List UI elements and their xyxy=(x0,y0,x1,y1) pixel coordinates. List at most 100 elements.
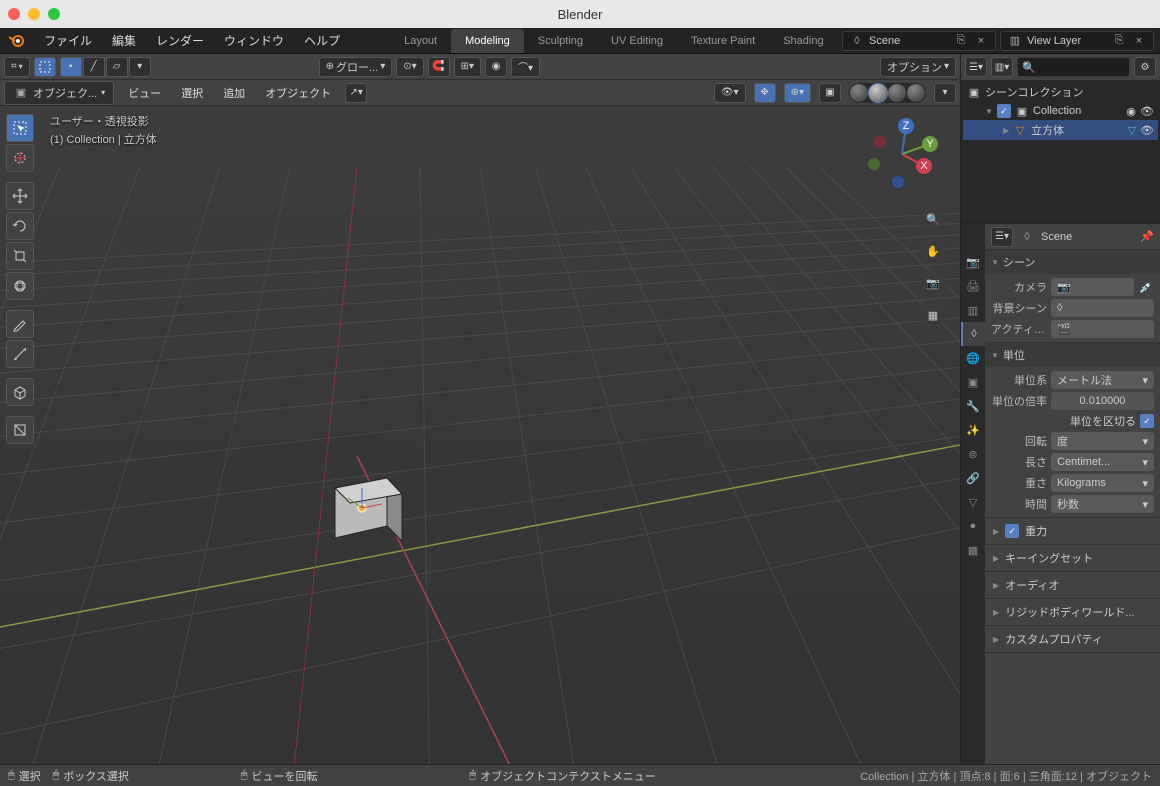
select-mode-dropdown[interactable]: ▾ xyxy=(129,57,151,77)
tab-object[interactable]: ▣ xyxy=(961,370,985,394)
visibility-icon[interactable]: 👁 xyxy=(1140,105,1154,118)
maximize-window-button[interactable] xyxy=(48,8,60,20)
outliner-filter-menu[interactable]: ⚙ xyxy=(1134,57,1156,77)
tab-modifiers[interactable]: 🔧 xyxy=(961,394,985,418)
navigation-gizmo[interactable]: X Y Z xyxy=(862,114,942,194)
panel-keying[interactable]: ▶キーイングセット xyxy=(985,545,1160,572)
select-box-tool[interactable] xyxy=(6,114,34,142)
snap-toggle[interactable]: 🧲 xyxy=(428,57,450,77)
panel-audio[interactable]: ▶オーディオ xyxy=(985,572,1160,599)
cursor-tool[interactable] xyxy=(6,144,34,172)
extra-tool[interactable] xyxy=(6,416,34,444)
viewlayer-selector[interactable]: ▥ ⎘ × xyxy=(1000,31,1154,51)
unit-scale-field[interactable]: 0.010000 xyxy=(1051,392,1154,410)
tab-particles[interactable]: ✨ xyxy=(961,418,985,442)
measure-tool[interactable] xyxy=(6,340,34,368)
options-dropdown[interactable]: オプション ▾ xyxy=(880,57,956,77)
vertex-select-mode[interactable]: ▪ xyxy=(60,57,82,77)
tab-layout[interactable]: Layout xyxy=(390,29,451,53)
tab-texture-paint[interactable]: Texture Paint xyxy=(677,29,769,53)
gizmo-toggle[interactable]: ✥ xyxy=(754,83,776,103)
3d-viewport[interactable]: ユーザー・透視投影 (1) Collection | 立方体 X Y Z 🔍 ✋… xyxy=(0,106,960,764)
disclosure-triangle-icon[interactable]: ▶ xyxy=(1003,126,1009,135)
shading-options[interactable]: ▾ xyxy=(934,83,956,103)
perspective-toggle-button[interactable]: ▦ xyxy=(920,302,946,328)
snap-menu[interactable]: ⌗▾ xyxy=(4,57,30,77)
visibility-icon[interactable]: 👁 xyxy=(1140,124,1154,137)
rendered-shading[interactable] xyxy=(907,84,925,102)
tab-modeling[interactable]: Modeling xyxy=(451,29,524,53)
outliner-tree[interactable]: ▣ シーンコレクション ▼ ✓ ▣ Collection ◉👁 ▶ ▽ 立方体 … xyxy=(961,80,1160,223)
tab-data[interactable]: ▽ xyxy=(961,490,985,514)
rotation-select[interactable]: 度▾ xyxy=(1051,432,1154,450)
snap-options[interactable]: ⊞▾ xyxy=(454,57,481,77)
scene-name-input[interactable] xyxy=(869,35,949,47)
panel-custom-props[interactable]: ▶カスタムプロパティ xyxy=(985,626,1160,653)
zoom-button[interactable]: 🔍 xyxy=(920,206,946,232)
tab-shading[interactable]: Shading xyxy=(769,29,837,53)
gravity-checkbox[interactable]: ✓ xyxy=(1005,524,1019,538)
pivot-point[interactable]: ⊙▾ xyxy=(396,57,423,77)
panel-units-header[interactable]: ▼単位 xyxy=(985,343,1160,367)
menu-object[interactable]: オブジェクト xyxy=(259,82,337,104)
tab-constraints[interactable]: 🔗 xyxy=(961,466,985,490)
proportional-options[interactable]: ⌒▾ xyxy=(511,57,540,77)
outliner-collection[interactable]: ▼ ✓ ▣ Collection ◉👁 xyxy=(963,102,1158,120)
proportional-toggle[interactable]: ◉ xyxy=(485,57,507,77)
tab-viewlayer[interactable]: ▥ xyxy=(961,298,985,322)
bg-scene-field[interactable]: ◊ xyxy=(1051,299,1154,317)
active-clip-field[interactable]: 🎬 xyxy=(1051,320,1154,338)
scene-selector[interactable]: ◊ ⎘ × xyxy=(842,31,996,51)
mode-selector[interactable]: ▣ オブジェク... ▾ xyxy=(4,81,114,105)
close-window-button[interactable] xyxy=(8,8,20,20)
camera-field[interactable]: 📷 xyxy=(1051,278,1134,296)
eyedropper-icon[interactable]: 💉 xyxy=(1138,279,1154,295)
outliner-display-mode[interactable]: ☰▾ xyxy=(965,57,987,77)
tab-material[interactable]: ● xyxy=(961,514,985,538)
new-viewlayer-icon[interactable]: ⎘ xyxy=(1111,33,1127,49)
mesh-data-icon[interactable]: ▽ xyxy=(1128,124,1136,137)
menu-window[interactable]: ウィンドウ xyxy=(214,28,294,53)
menu-select[interactable]: 選択 xyxy=(175,82,209,104)
wireframe-shading[interactable] xyxy=(850,84,868,102)
time-select[interactable]: 秒数▾ xyxy=(1051,495,1154,513)
scale-tool[interactable] xyxy=(6,242,34,270)
pin-icon[interactable]: 📌 xyxy=(1140,230,1154,243)
tab-render[interactable]: 📷 xyxy=(961,250,985,274)
collection-checkbox[interactable]: ✓ xyxy=(997,104,1011,118)
outliner-search[interactable]: 🔍 xyxy=(1017,57,1130,77)
solid-shading[interactable] xyxy=(869,84,887,102)
delete-scene-icon[interactable]: × xyxy=(973,33,989,49)
transform-orientation[interactable]: ⊕ グロー... ▾ xyxy=(319,57,393,77)
tab-scene[interactable]: ◊ xyxy=(961,322,985,346)
panel-gravity[interactable]: ▶✓重力 xyxy=(985,518,1160,545)
move-tool[interactable] xyxy=(6,182,34,210)
menu-add[interactable]: 追加 xyxy=(217,82,251,104)
menu-file[interactable]: ファイル xyxy=(34,28,102,53)
overlay-toggle[interactable]: ⊕▾ xyxy=(784,83,811,103)
viewlayer-name-input[interactable] xyxy=(1027,35,1107,47)
rotate-tool[interactable] xyxy=(6,212,34,240)
minimize-window-button[interactable] xyxy=(28,8,40,20)
mass-select[interactable]: Kilograms▾ xyxy=(1051,474,1154,492)
transform-tool[interactable] xyxy=(6,272,34,300)
xray-toggle[interactable]: ▣ xyxy=(819,83,841,103)
disclosure-triangle-icon[interactable]: ▼ xyxy=(985,107,993,116)
pan-button[interactable]: ✋ xyxy=(920,238,946,264)
tab-uv-editing[interactable]: UV Editing xyxy=(597,29,677,53)
editor-type-dropdown[interactable]: ↗▾ xyxy=(345,83,367,103)
panel-rigidbody[interactable]: ▶リジッドボディワールド... xyxy=(985,599,1160,626)
length-select[interactable]: Centimet...▾ xyxy=(1051,453,1154,471)
annotate-tool[interactable] xyxy=(6,310,34,338)
outliner-cube[interactable]: ▶ ▽ 立方体 ▽👁 xyxy=(963,120,1158,140)
exclude-icon[interactable]: ◉ xyxy=(1126,105,1136,118)
tab-sculpting[interactable]: Sculpting xyxy=(524,29,597,53)
menu-view[interactable]: ビュー xyxy=(122,82,167,104)
edge-select-mode[interactable]: ╱ xyxy=(83,57,105,77)
visibility-toggle[interactable]: 👁▾ xyxy=(714,83,746,103)
face-select-mode[interactable]: ▱ xyxy=(106,57,128,77)
separate-units-checkbox[interactable]: ✓ xyxy=(1140,414,1154,428)
tab-texture[interactable]: ▦ xyxy=(961,538,985,562)
menu-edit[interactable]: 編集 xyxy=(102,28,146,53)
outliner-scene-collection[interactable]: ▣ シーンコレクション xyxy=(963,82,1158,102)
